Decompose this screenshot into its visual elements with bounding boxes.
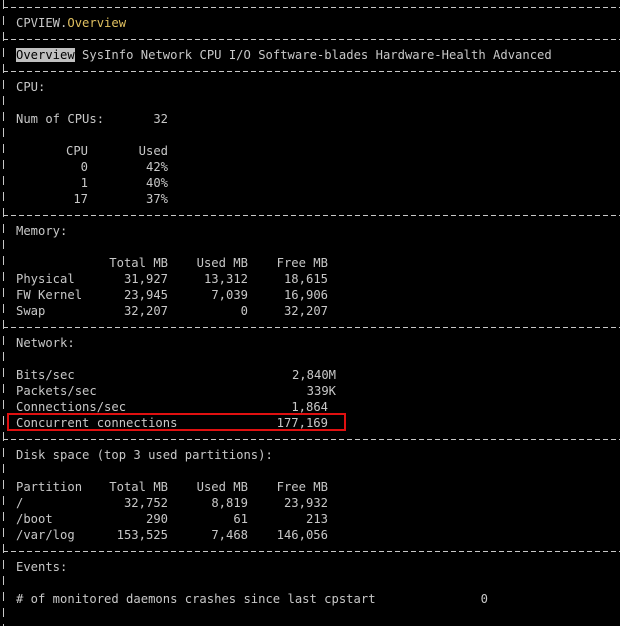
tab-sysinfo[interactable]: SysInfo: [82, 48, 133, 62]
partition-name: /var/log: [16, 528, 75, 542]
memory-free: 32,207: [283, 304, 328, 318]
separator: [3, 327, 620, 328]
memory-row-label: Physical: [16, 272, 75, 286]
memory-total: 32,207: [123, 304, 168, 318]
disk-total: 153,525: [116, 528, 168, 542]
separator: [3, 439, 620, 440]
network-label: Packets/sec: [16, 384, 97, 398]
partition-header: Partition: [16, 480, 83, 494]
partition-name: /: [16, 496, 24, 510]
separator: [3, 551, 620, 552]
left-border: [3, 0, 4, 626]
cpu-id: 17: [73, 192, 88, 206]
cpu-used: 37%: [145, 192, 168, 206]
separator: [3, 71, 620, 72]
network-value: 339K: [306, 384, 336, 398]
memory-section-title: Memory:: [16, 224, 68, 238]
cpu-id: 1: [80, 176, 88, 190]
memory-total: 31,927: [123, 272, 168, 286]
disk-used: 61: [233, 512, 248, 526]
app-name: CPVIEW: [16, 16, 61, 30]
cpu-count-label: Num of CPUs:: [16, 112, 105, 126]
disk-used: 7,468: [211, 528, 248, 542]
daemon-crashes-value: 0: [480, 592, 488, 606]
disk-used: 8,819: [211, 496, 248, 510]
total-mb-header: Total MB: [109, 256, 168, 270]
disk-total: 32,752: [123, 496, 168, 510]
cpu-used: 42%: [145, 160, 168, 174]
daemon-crashes-label: # of monitored daemons crashes since las…: [16, 592, 376, 606]
tab-software-blades[interactable]: Software-blades: [258, 48, 368, 62]
memory-total: 23,945: [123, 288, 168, 302]
tab-overview[interactable]: Overview: [16, 48, 75, 62]
tab-cpu[interactable]: CPU: [199, 48, 221, 62]
partition-name: /boot: [16, 512, 53, 526]
cpu-col-header: CPU: [65, 144, 88, 158]
used-mb-header: Used MB: [196, 256, 248, 270]
network-value: 2,840M: [291, 368, 336, 382]
memory-used: 0: [240, 304, 248, 318]
cpu-id: 0: [80, 160, 88, 174]
cpu-used: 40%: [145, 176, 168, 190]
events-section-title: Events:: [16, 560, 68, 574]
memory-free: 16,906: [283, 288, 328, 302]
cpu-count-value: 32: [153, 112, 168, 126]
disk-free: 213: [305, 512, 328, 526]
used-col-header: Used: [138, 144, 168, 158]
memory-row-label: Swap: [16, 304, 46, 318]
separator: [3, 39, 620, 40]
cpu-section-title: CPU:: [16, 80, 46, 94]
disk-free: 146,056: [276, 528, 328, 542]
tab-hardware-health[interactable]: Hardware-Health: [376, 48, 486, 62]
tab-network[interactable]: Network: [141, 48, 192, 62]
disk-free: 23,932: [283, 496, 328, 510]
memory-row-label: FW Kernel: [16, 288, 83, 302]
highlight-box: [7, 413, 346, 431]
disk-total: 290: [145, 512, 168, 526]
separator: [3, 215, 620, 216]
window-title: CPVIEW.Overview: [16, 15, 126, 31]
network-section-title: Network:: [16, 336, 75, 350]
network-label: Bits/sec: [16, 368, 75, 382]
tab-io[interactable]: I/O: [229, 48, 251, 62]
disk-section-title: Disk space (top 3 used partitions):: [16, 448, 273, 462]
memory-used: 7,039: [211, 288, 248, 302]
memory-free: 18,615: [283, 272, 328, 286]
tab-advanced[interactable]: Advanced: [493, 48, 552, 62]
tab-bar: Overview SysInfo Network CPU I/O Softwar…: [16, 47, 552, 63]
total-mb-header: Total MB: [109, 480, 168, 494]
used-mb-header: Used MB: [196, 480, 248, 494]
free-mb-header: Free MB: [276, 256, 328, 270]
free-mb-header: Free MB: [276, 480, 328, 494]
current-view: Overview: [67, 16, 127, 30]
memory-used: 13,312: [203, 272, 248, 286]
separator: [3, 7, 620, 8]
